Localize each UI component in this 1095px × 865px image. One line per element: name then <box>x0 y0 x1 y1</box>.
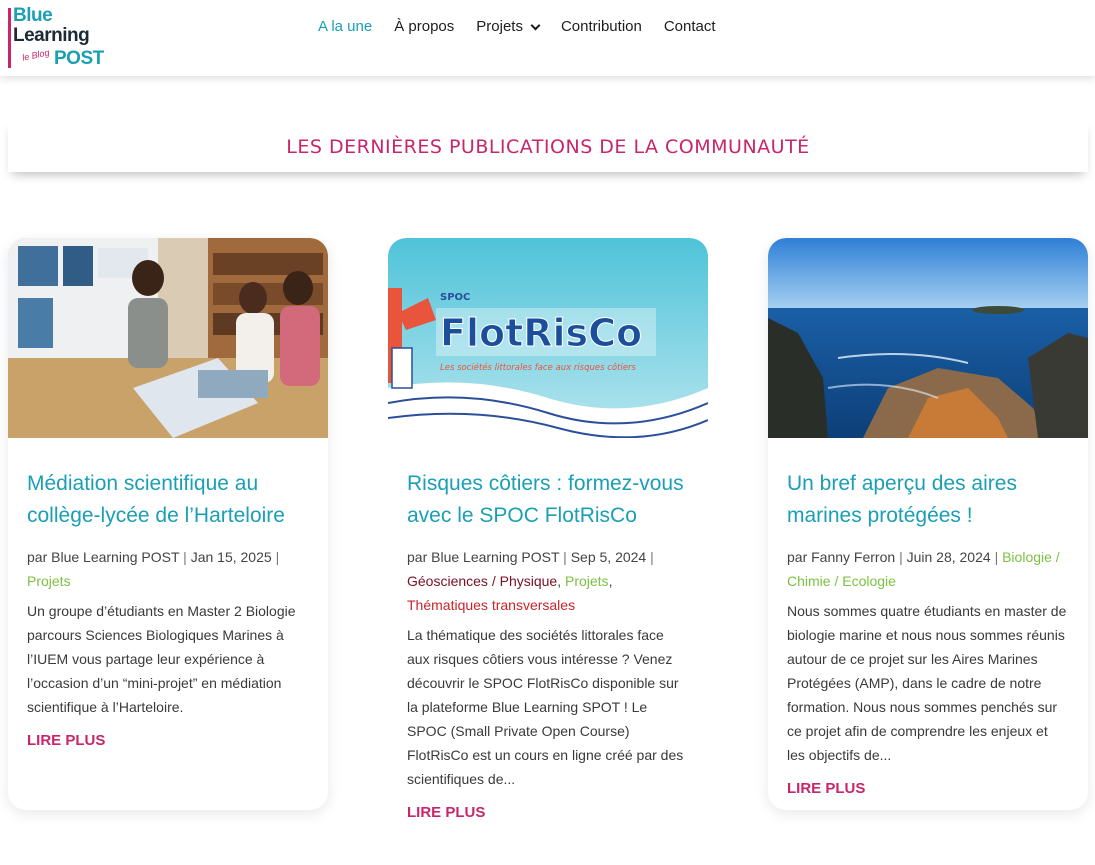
post-meta: par Blue Learning POST | Jan 15, 2025 | … <box>27 545 309 593</box>
post-title[interactable]: Risques côtiers : formez-vous avec le SP… <box>407 468 689 532</box>
post-card: Médiation scientifique au collège-lycée … <box>8 238 328 810</box>
nav-label: Contribution <box>560 18 642 35</box>
main-nav: A la une À propos Projets Contribution C… <box>318 17 738 37</box>
author-prefix: par <box>787 549 808 565</box>
logo-line-3: POST <box>54 48 104 69</box>
meta-separator: | <box>994 549 999 565</box>
section-title: LES DERNIÈRES PUBLICATIONS DE LA COMMUNA… <box>286 135 810 158</box>
post-body: Risques côtiers : formez-vous avec le SP… <box>388 468 708 822</box>
post-meta: par Fanny Ferron | Juin 28, 2024 | Biolo… <box>787 545 1069 593</box>
meta-separator: | <box>899 549 903 565</box>
author-prefix: par <box>27 549 48 565</box>
meta-separator: | <box>275 549 280 565</box>
coastline-photo <box>768 238 1088 438</box>
nav-label: À propos <box>394 18 455 35</box>
category-link-geosciences[interactable]: Géosciences / Physique <box>407 573 557 589</box>
post-image-coast[interactable] <box>768 238 1088 438</box>
category-link-projets[interactable]: Projets <box>565 573 609 589</box>
read-more-link[interactable]: LIRE PLUS <box>787 780 865 797</box>
post-image-classroom[interactable] <box>8 238 328 438</box>
section-title-banner: LES DERNIÈRES PUBLICATIONS DE LA COMMUNA… <box>8 121 1088 172</box>
nav-item-contribution[interactable]: Contribution <box>561 17 642 37</box>
meta-separator: | <box>650 549 654 565</box>
meta-separator: | <box>563 549 567 565</box>
nav-item-a-propos[interactable]: À propos <box>394 17 454 37</box>
nav-item-a-la-une[interactable]: A la une <box>318 17 372 37</box>
logo-line-2: Learning <box>13 25 90 46</box>
nav-item-projets[interactable]: Projets <box>476 17 541 37</box>
chevron-down-icon <box>530 20 541 30</box>
site-header: Blue Learning le Blog POST A la une À pr… <box>0 0 1095 76</box>
post-author[interactable]: Fanny Ferron <box>811 549 895 565</box>
flotrisco-small-label: SPOC <box>440 292 470 303</box>
post-date: Jan 15, 2025 <box>190 549 272 565</box>
category-comma: , <box>557 573 562 589</box>
post-excerpt: La thématique des sociétés littorales fa… <box>407 627 684 787</box>
meta-separator: | <box>183 549 187 565</box>
post-title[interactable]: Un bref aperçu des aires marines protégé… <box>787 468 1069 532</box>
nav-label: A la une <box>318 18 373 35</box>
nav-label: Contact <box>663 18 716 35</box>
post-body: Un bref aperçu des aires marines protégé… <box>768 468 1088 798</box>
read-more-link[interactable]: LIRE PLUS <box>407 804 485 821</box>
post-excerpt: Nous sommes quatre étudiants en master d… <box>787 603 1067 763</box>
classroom-photo <box>8 238 328 438</box>
logo-line-1: Blue <box>13 5 53 26</box>
post-card: SPOC FlotRisCo Les sociétés littorales f… <box>388 238 708 865</box>
post-card: Un bref aperçu des aires marines protégé… <box>768 238 1088 810</box>
logo-tagline: le Blog <box>21 47 51 63</box>
post-meta: par Blue Learning POST | Sep 5, 2024 | G… <box>407 545 689 617</box>
nav-label: Projets <box>476 18 523 35</box>
post-author[interactable]: Blue Learning POST <box>51 549 179 565</box>
category-comma: , <box>608 573 613 589</box>
site-logo[interactable]: Blue Learning le Blog POST <box>8 5 108 70</box>
post-date: Juin 28, 2024 <box>906 549 991 565</box>
category-link-thematiques[interactable]: Thématiques transversales <box>407 597 575 613</box>
post-image-flotrisco[interactable]: SPOC FlotRisCo Les sociétés littorales f… <box>388 238 708 438</box>
post-excerpt: Un groupe d’étudiants en Master 2 Biolog… <box>27 603 296 715</box>
author-prefix: par <box>407 549 428 565</box>
logo-bar <box>8 8 11 68</box>
post-date: Sep 5, 2024 <box>570 549 647 565</box>
read-more-link[interactable]: LIRE PLUS <box>27 732 105 749</box>
post-title[interactable]: Médiation scientifique au collège-lycée … <box>27 468 309 532</box>
flotrisco-logo-text: FlotRisCo <box>440 311 642 355</box>
post-author[interactable]: Blue Learning POST <box>431 549 559 565</box>
flotrisco-subtitle: Les sociétés littorales face aux risques… <box>440 362 637 373</box>
category-link-projets[interactable]: Projets <box>27 573 71 589</box>
flotrisco-banner: SPOC FlotRisCo Les sociétés littorales f… <box>388 238 708 438</box>
nav-item-contact[interactable]: Contact <box>664 17 716 37</box>
post-body: Médiation scientifique au collège-lycée … <box>8 468 328 750</box>
